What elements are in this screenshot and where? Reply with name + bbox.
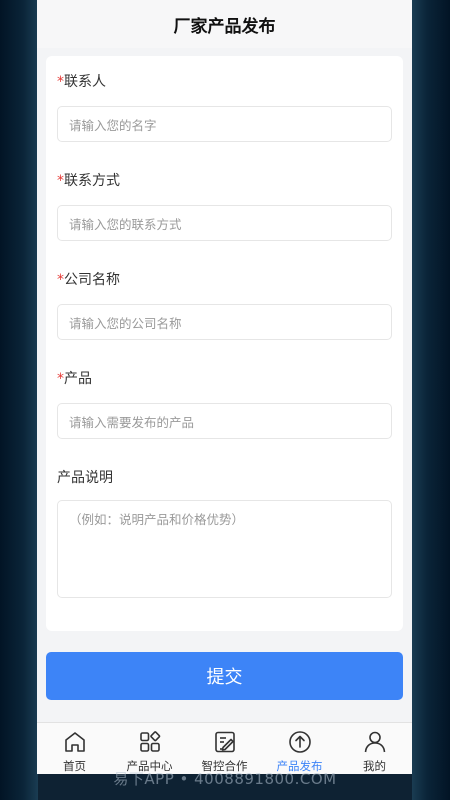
edit-doc-icon xyxy=(214,731,235,753)
description-label: 产品说明 xyxy=(57,470,113,486)
description-textarea[interactable]: （例如：说明产品和价格优势） xyxy=(57,500,392,598)
background-left xyxy=(0,0,38,800)
background-right xyxy=(412,0,450,800)
company-label: *公司名称 xyxy=(57,270,392,290)
product-field: *产品 请输入需要发布的产品 xyxy=(57,369,392,439)
tab-home[interactable]: 首页 xyxy=(37,723,112,774)
required-mark: * xyxy=(57,74,64,90)
phone-label: *联系方式 xyxy=(57,171,392,191)
contact-input[interactable]: 请输入您的名字 xyxy=(57,106,392,142)
app-screen: 厂家产品发布 *联系人 请输入您的名字 *联系方式 请输入您的联系方式 *公司名… xyxy=(37,0,412,774)
company-field: *公司名称 请输入您的公司名称 xyxy=(57,270,392,340)
phone-label-text: 联系方式 xyxy=(64,173,120,189)
tab-publish[interactable]: 产品发布 xyxy=(262,723,337,774)
required-mark: * xyxy=(57,173,64,189)
submit-button[interactable]: 提交 xyxy=(46,652,403,700)
phone-input[interactable]: 请输入您的联系方式 xyxy=(57,205,392,241)
tab-products[interactable]: 产品中心 xyxy=(112,723,187,774)
form-card: *联系人 请输入您的名字 *联系方式 请输入您的联系方式 *公司名称 请输入您的… xyxy=(46,56,403,631)
required-mark: * xyxy=(57,272,64,288)
watermark: 易下APP • 4008891800.COM xyxy=(113,770,337,788)
company-label-text: 公司名称 xyxy=(64,272,120,288)
contact-field: *联系人 请输入您的名字 xyxy=(57,72,392,142)
required-mark: * xyxy=(57,371,64,387)
phone-field: *联系方式 请输入您的联系方式 xyxy=(57,171,392,241)
product-input[interactable]: 请输入需要发布的产品 xyxy=(57,403,392,439)
contact-label: *联系人 xyxy=(57,72,392,92)
description-field: 产品说明 （例如：说明产品和价格优势） xyxy=(57,468,392,598)
product-label-text: 产品 xyxy=(64,371,92,387)
user-icon xyxy=(364,731,385,753)
grid-icon xyxy=(139,731,160,752)
upload-circle-icon xyxy=(288,731,311,753)
home-icon xyxy=(64,732,85,752)
page-title: 厂家产品发布 xyxy=(37,0,412,48)
product-label: *产品 xyxy=(57,369,392,389)
tab-mine[interactable]: 我的 xyxy=(337,723,412,774)
contact-label-text: 联系人 xyxy=(64,74,106,90)
tab-bar: 首页 产品中心 智控合作 产品发布 我的 xyxy=(37,722,412,774)
company-input[interactable]: 请输入您的公司名称 xyxy=(57,304,392,340)
tab-cooperation[interactable]: 智控合作 xyxy=(187,723,262,774)
